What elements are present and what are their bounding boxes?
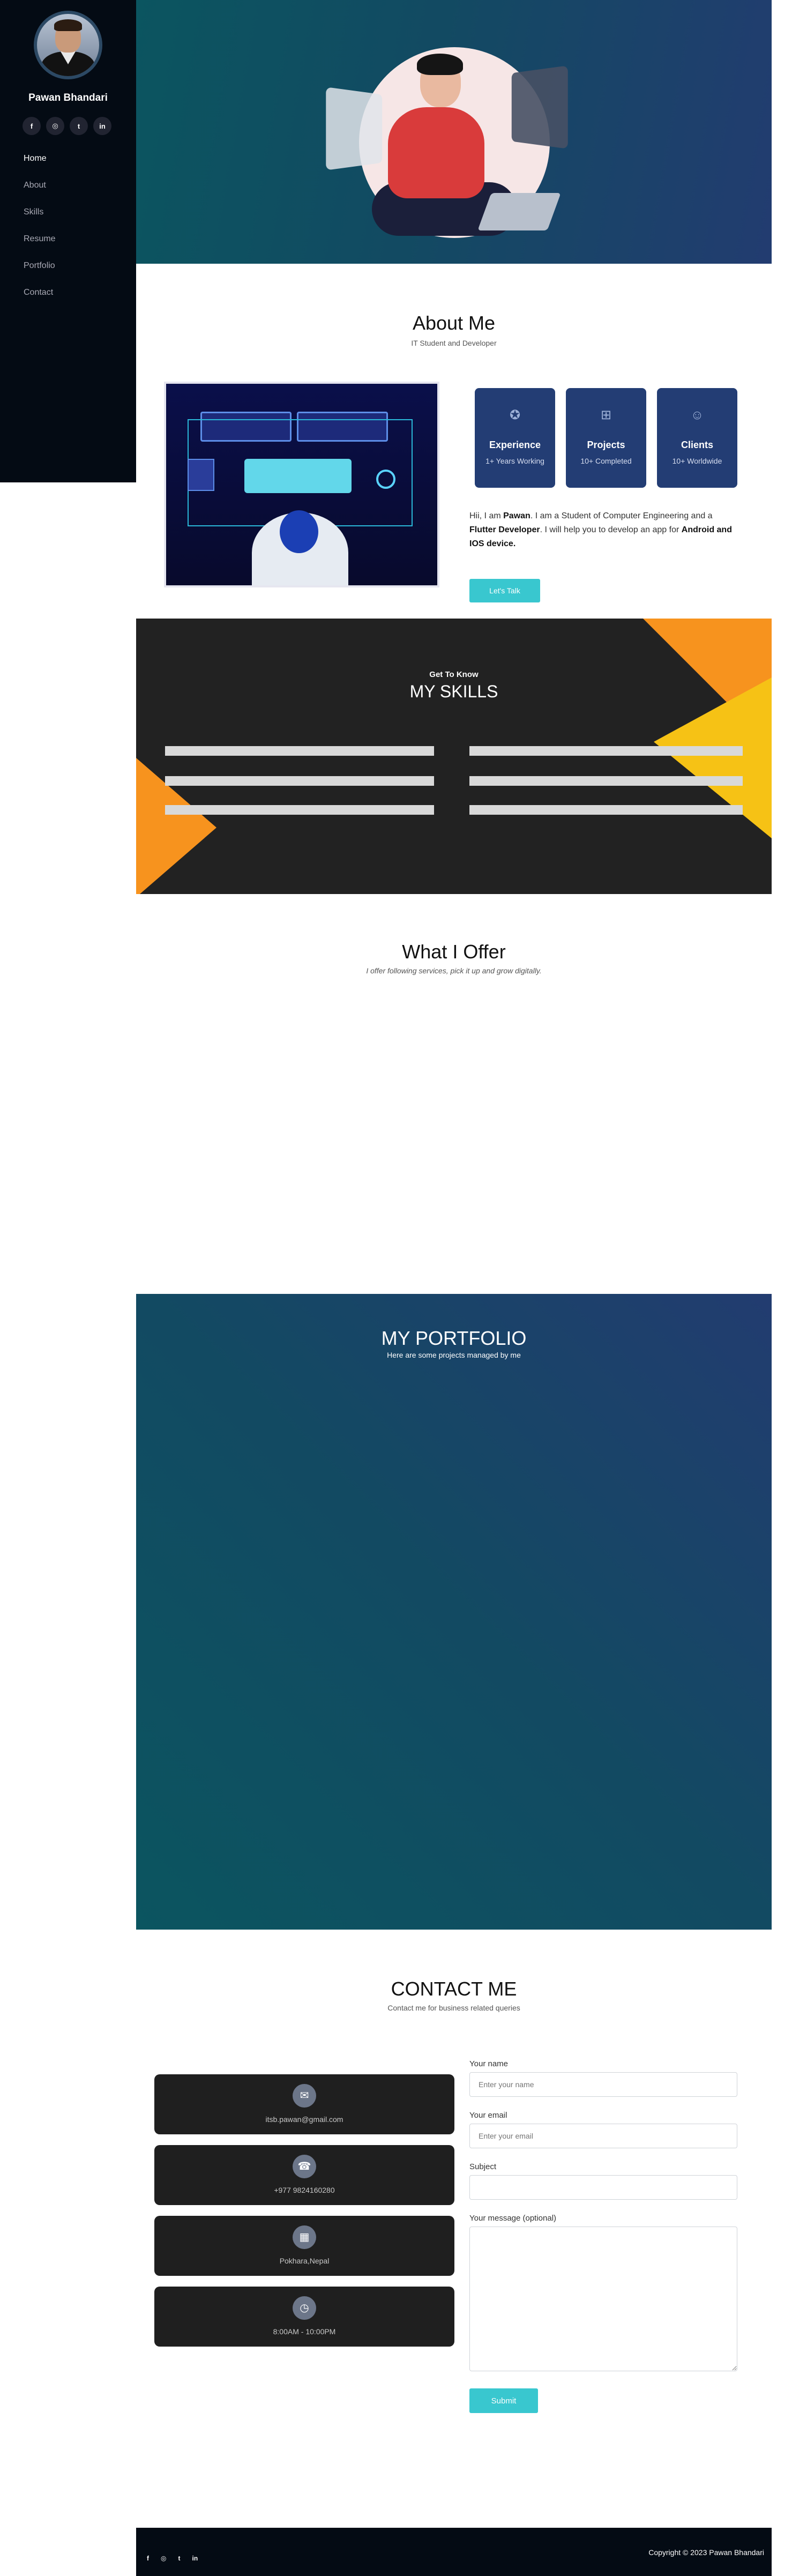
contact-subtitle: Contact me for business related queries [387,2004,520,2012]
skill-bar [165,746,434,756]
person-head [280,510,318,553]
stat-subtitle: 1+ Years Working [485,457,544,465]
subject-input[interactable] [469,2175,737,2200]
message-label: Your message (optional) [469,2214,557,2223]
sidebar: Pawan Bhandari f ◎ t in Home About Skill… [0,0,136,482]
linkedin-icon[interactable]: in [192,2555,198,2562]
facebook-icon[interactable]: f [147,2555,149,2562]
sidebar-socials: f ◎ t in [23,117,111,135]
nav-skills[interactable]: Skills [24,207,56,234]
phone-icon: ☎ [293,2155,316,2178]
about-name: Pawan [503,511,531,520]
contact-address: Pokhara,Nepal [279,2257,330,2265]
mouse-device [376,470,395,489]
about-text-part: . I will help you to develop an app for [540,525,682,534]
about-description: Hii, I am Pawan. I am a Student of Compu… [469,509,737,551]
building-icon: ▦ [293,2225,316,2249]
skill-bar [165,805,434,815]
skill-bar [469,805,743,815]
about-role: Flutter Developer [469,525,540,534]
nav-contact[interactable]: Contact [24,287,56,314]
skills-kicker: Get To Know [429,670,479,679]
stat-subtitle: 10+ Completed [580,457,632,465]
contact-hours: 8:00AM - 10:00PM [273,2327,336,2336]
skill-bar [165,776,434,786]
linkedin-icon[interactable]: in [93,117,111,135]
sidebar-nav: Home About Skills Resume Portfolio Conta… [24,153,56,314]
offer-title: What I Offer [402,941,506,963]
contact-card-phone: ☎ +977 9824160280 [154,2145,454,2205]
offer-subtitle: I offer following services, pick it up a… [366,966,542,975]
stat-card-projects: ⊞ Projects 10+ Completed [566,388,646,488]
footer-socials: f ◎ t in [147,2555,198,2562]
nav-portfolio[interactable]: Portfolio [24,260,56,287]
users-icon: ☺ [690,408,704,422]
avatar-hair [54,19,82,31]
portfolio-title: MY PORTFOLIO [381,1327,527,1349]
stat-subtitle: 10+ Worldwide [672,457,722,465]
hero-illustration-body [388,107,484,198]
footer: f ◎ t in Copyright © 2023 Pawan Bhandari [136,2528,772,2576]
stat-title: Clients [681,440,713,450]
sitemap-icon: ⊞ [600,408,612,422]
skills-title: MY SKILLS [409,682,498,701]
avatar [34,11,102,79]
portfolio-subtitle: Here are some projects managed by me [387,1351,521,1359]
twitter-icon[interactable]: t [70,117,88,135]
keyboard [244,459,352,493]
contact-title: CONTACT ME [391,1978,517,2000]
stat-title: Experience [489,440,541,450]
twitter-icon[interactable]: t [178,2555,180,2562]
hero-section [136,0,772,264]
envelope-icon: ✉ [293,2084,316,2108]
contact-phone[interactable]: +977 9824160280 [154,2186,454,2194]
award-icon: ✪ [509,408,521,422]
nav-about[interactable]: About [24,180,56,207]
skills-section: Get To Know MY SKILLS [136,619,772,894]
contact-card-address: ▦ Pokhara,Nepal [154,2216,454,2276]
about-title: About Me [412,312,496,334]
hero-glass-panel-left [326,87,383,170]
instagram-icon[interactable]: ◎ [46,117,64,135]
contact-card-email: ✉ itsb.pawan@gmail.com [154,2074,454,2134]
contact-email[interactable]: itsb.pawan@gmail.com [154,2115,454,2124]
message-textarea[interactable] [469,2227,737,2371]
clock-icon: ◷ [293,2296,316,2320]
skill-bar [469,776,743,786]
about-text-part: Hii, I am [469,511,504,520]
subject-label: Subject [469,2162,497,2171]
about-text-part: . I am a Student of Computer Engineering… [530,511,713,520]
submit-button[interactable]: Submit [469,2388,538,2413]
nav-home[interactable]: Home [24,153,56,180]
email-input[interactable] [469,2124,737,2148]
hero-glass-panel-right [511,65,568,149]
contact-card-hours: ◷ 8:00AM - 10:00PM [154,2287,454,2347]
hero-illustration-hair [417,54,463,75]
nav-resume[interactable]: Resume [24,234,56,260]
lets-talk-button[interactable]: Let's Talk [469,579,540,602]
email-label: Your email [469,2111,507,2120]
phone-device [188,459,214,491]
skill-bar [469,746,743,756]
stat-card-experience: ✪ Experience 1+ Years Working [475,388,555,488]
portfolio-section: MY PORTFOLIO Here are some projects mana… [136,1294,772,1930]
hero-illustration-laptop [477,193,561,230]
name-input[interactable] [469,2072,737,2097]
instagram-icon[interactable]: ◎ [161,2555,166,2562]
about-illustration [164,382,439,587]
profile-name: Pawan Bhandari [28,92,108,103]
name-label: Your name [469,2059,508,2068]
about-subtitle: IT Student and Developer [411,339,497,347]
stat-card-clients: ☺ Clients 10+ Worldwide [657,388,737,488]
stat-title: Projects [587,440,625,450]
facebook-icon[interactable]: f [23,117,41,135]
copyright-text: Copyright © 2023 Pawan Bhandari [648,2548,764,2557]
